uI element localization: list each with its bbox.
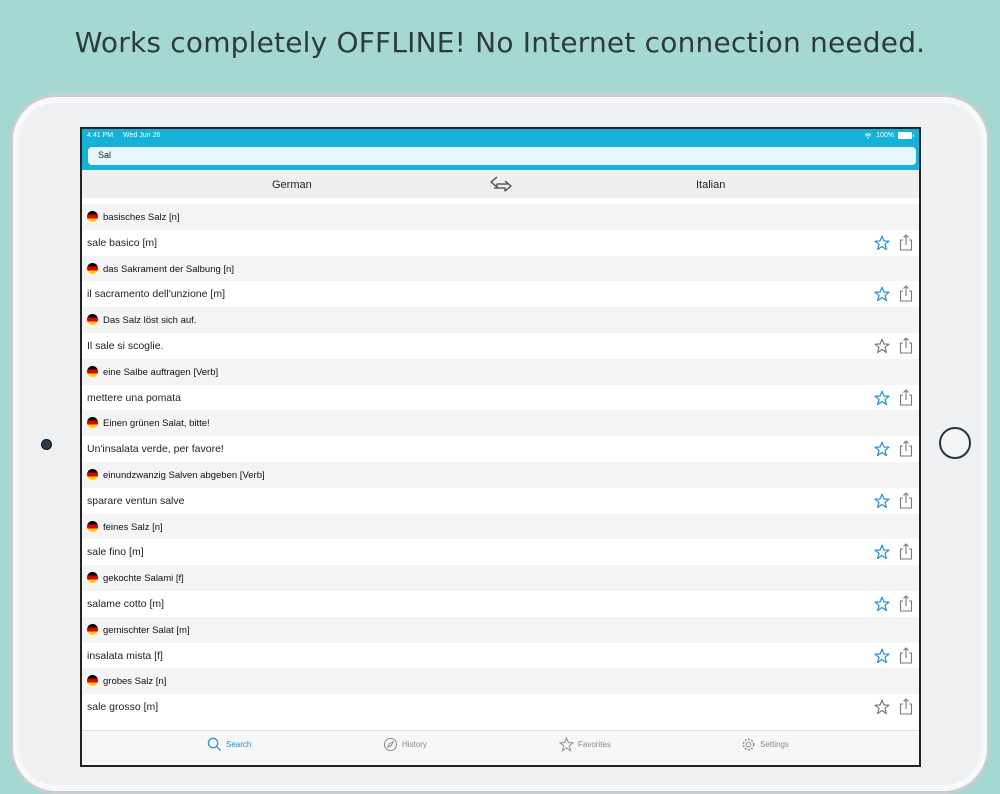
result-target-row[interactable]: Un'insalata verde, per favore!	[82, 436, 919, 462]
favorite-star-icon[interactable]	[874, 441, 890, 457]
tab-favorites-label: Favorites	[578, 740, 611, 749]
source-phrase: basisches Salz [n]	[103, 212, 180, 223]
tab-settings-label: Settings	[760, 740, 789, 749]
favorite-star-icon[interactable]	[874, 699, 890, 715]
status-time: 4:41 PM	[87, 132, 114, 139]
favorite-star-icon[interactable]	[874, 390, 890, 406]
target-phrase: Il sale si scoglie.	[87, 339, 164, 352]
share-icon[interactable]	[899, 285, 913, 302]
result-target-row[interactable]: insalata mista [f]	[82, 642, 919, 669]
tab-bar: Search History Favorites Settings	[82, 730, 919, 765]
result-target-row[interactable]: salame cotto [m]	[82, 590, 919, 617]
target-phrase: insalata mista [f]	[87, 649, 163, 662]
german-flag-icon	[87, 314, 98, 326]
wifi-icon	[864, 132, 872, 139]
german-flag-icon	[87, 417, 98, 429]
promo-headline: Works completely OFFLINE! No Internet co…	[74, 26, 926, 59]
source-phrase: gemischter Salat [m]	[103, 624, 190, 636]
target-phrase: sale fino [m]	[87, 546, 144, 559]
share-icon[interactable]	[899, 595, 913, 612]
result-target-row[interactable]: sale basico [m]	[82, 229, 919, 256]
favorite-star-icon[interactable]	[874, 596, 890, 612]
tab-search-label: Search	[226, 740, 252, 749]
favorite-star-icon[interactable]	[874, 286, 890, 302]
german-flag-icon	[87, 365, 98, 377]
result-target-row[interactable]: sale grosso [m]	[82, 694, 919, 720]
result-source-row[interactable]: das Sakrament der Salbung [n]	[82, 255, 919, 282]
results-list: basisches Salz [n] sale basico [m] das Sak…	[82, 204, 919, 720]
german-flag-icon	[87, 572, 98, 584]
source-phrase: Das Salz löst sich auf.	[103, 315, 197, 327]
result-source-row[interactable]: gekochte Salami [f]	[82, 565, 919, 591]
target-phrase: il sacramento dell'unzione [m]	[87, 288, 225, 301]
camera-icon	[41, 439, 52, 450]
result-source-row[interactable]: Das Salz löst sich auf.	[82, 307, 919, 333]
german-flag-icon	[87, 262, 98, 274]
share-icon[interactable]	[899, 337, 913, 354]
source-phrase: grobes Salz [n]	[103, 676, 167, 688]
favorite-star-icon[interactable]	[874, 493, 890, 509]
app-screen: 4:41 PM Wed Jun 26 100% Sal German Itali…	[80, 127, 921, 767]
german-flag-icon	[87, 211, 98, 222]
target-language[interactable]: Italian	[696, 179, 725, 191]
language-selector: German Italian	[82, 170, 919, 198]
german-flag-icon	[87, 520, 98, 532]
battery-percent: 100%	[876, 132, 894, 139]
result-source-row[interactable]: gemischter Salat [m]	[82, 616, 919, 643]
target-phrase: salame cotto [m]	[87, 597, 165, 610]
share-icon[interactable]	[899, 388, 913, 406]
result-source-row[interactable]: feines Salz [n]	[82, 513, 919, 540]
result-target-row[interactable]: sparare ventun salve	[82, 487, 919, 514]
share-icon[interactable]	[899, 646, 913, 664]
target-phrase: sale grosso [m]	[87, 701, 159, 714]
source-phrase: feines Salz [n]	[103, 521, 163, 533]
share-icon[interactable]	[899, 543, 913, 560]
top-bar: 4:41 PM Wed Jun 26 100% Sal	[82, 129, 919, 170]
favorite-star-icon[interactable]	[874, 648, 890, 664]
target-phrase: sale basico [m]	[87, 236, 158, 249]
swap-languages-icon[interactable]	[488, 175, 514, 193]
result-target-row[interactable]: il sacramento dell'unzione [m]	[82, 281, 919, 308]
result-target-row[interactable]: mettere una pomata	[82, 384, 919, 411]
share-icon[interactable]	[899, 440, 913, 457]
home-button[interactable]	[939, 427, 971, 459]
result-source-row[interactable]: einundzwanzig Salven abgeben [Verb]	[82, 461, 919, 488]
favorite-star-icon[interactable]	[874, 544, 890, 560]
german-flag-icon	[87, 468, 98, 480]
battery-icon	[898, 132, 914, 139]
target-phrase: mettere una pomata	[87, 391, 181, 404]
status-bar: 4:41 PM Wed Jun 26 100%	[82, 129, 919, 143]
target-phrase: Un'insalata verde, per favore!	[87, 443, 224, 456]
favorite-star-icon[interactable]	[874, 235, 890, 251]
source-phrase: Einen grünen Salat, bitte!	[103, 418, 210, 430]
german-flag-icon	[87, 623, 98, 635]
tab-history-label: History	[402, 740, 427, 749]
result-source-row[interactable]: grobes Salz [n]	[82, 668, 919, 695]
result-source-row[interactable]: basisches Salz [n]	[82, 204, 919, 230]
target-phrase: sparare ventun salve	[87, 494, 185, 507]
result-source-row[interactable]: eine Salbe auftragen [Verb]	[82, 358, 919, 385]
source-phrase: einundzwanzig Salven abgeben [Verb]	[103, 469, 265, 481]
status-date: Wed Jun 26	[123, 132, 161, 139]
share-icon[interactable]	[899, 698, 913, 715]
result-source-row[interactable]: Einen grünen Salat, bitte!	[82, 410, 919, 437]
result-target-row[interactable]: Il sale si scoglie.	[82, 332, 919, 359]
result-target-row[interactable]: sale fino [m]	[82, 539, 919, 566]
source-language[interactable]: German	[272, 179, 312, 191]
source-phrase: eine Salbe auftragen [Verb]	[103, 366, 219, 378]
favorite-star-icon[interactable]	[874, 338, 890, 354]
search-input[interactable]: Sal	[88, 147, 916, 165]
source-phrase: das Sakrament der Salbung [n]	[103, 263, 234, 275]
share-icon[interactable]	[899, 491, 913, 509]
share-icon[interactable]	[899, 234, 913, 251]
source-phrase: gekochte Salami [f]	[103, 573, 184, 585]
german-flag-icon	[87, 675, 98, 687]
